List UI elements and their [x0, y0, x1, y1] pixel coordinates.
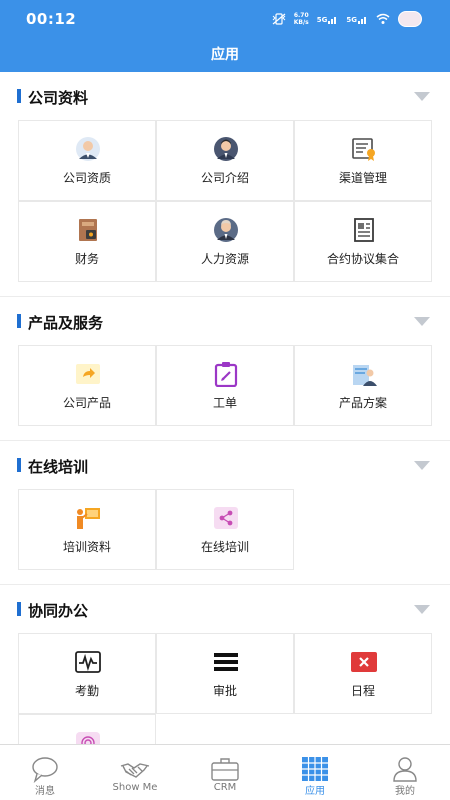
person-avatar-icon [73, 136, 103, 162]
handshake-icon [120, 763, 150, 778]
menu-lines-icon [211, 649, 241, 675]
wifi-icon [376, 13, 390, 24]
tile-label: 审批 [212, 684, 237, 698]
tab-crm[interactable]: CRM [180, 745, 270, 800]
tile-channel-management[interactable]: 渠道管理 [294, 120, 432, 201]
tile-fingerprint[interactable] [18, 714, 156, 744]
tile-label: 人力资源 [200, 252, 249, 266]
tab-label: 应用 [305, 786, 325, 797]
status-bar: 00:12 6.70 KB/s 5G 5G [0, 0, 450, 38]
tile-training-materials[interactable]: 培训资料 [18, 489, 156, 570]
chat-bubble-icon [32, 757, 58, 783]
tab-show-me[interactable]: Show Me [90, 745, 180, 800]
tab-label: 消息 [35, 786, 55, 797]
section-header[interactable]: 产品及服务 [0, 297, 450, 345]
header: 应用 [0, 38, 450, 72]
certificate-icon [349, 136, 379, 162]
tile-label: 工单 [212, 396, 237, 410]
section-header[interactable]: 公司资料 [0, 72, 450, 120]
section-title: 协同办公 [28, 602, 89, 620]
section-marker [17, 314, 21, 328]
tile-label: 公司资质 [62, 171, 111, 185]
apps-grid-icon [302, 757, 328, 781]
pulse-icon [73, 649, 103, 675]
close-calendar-icon [349, 649, 379, 675]
tile-label: 公司产品 [62, 396, 111, 410]
status-icons: 6.70 KB/s 5G 5G [272, 9, 422, 29]
tile-schedule[interactable]: 日程 [294, 633, 432, 714]
tile-finance[interactable]: 财务 [18, 201, 156, 282]
signal-icon [358, 17, 366, 24]
net-speed-unit: KB/s [293, 19, 309, 26]
tab-label: CRM [213, 782, 237, 793]
signal-1-label: 5G [316, 16, 328, 24]
user-icon [393, 757, 417, 782]
finance-icon [73, 217, 103, 243]
tile-approval[interactable]: 审批 [156, 633, 294, 714]
tile-label: 公司介绍 [200, 171, 249, 185]
signal-2-label: 5G [346, 16, 357, 24]
section-title: 产品及服务 [28, 314, 104, 332]
section-header[interactable]: 在线培训 [0, 441, 450, 489]
status-time: 00:12 [26, 10, 77, 28]
tile-label: 日程 [350, 684, 375, 698]
chevron-down-icon[interactable] [414, 92, 430, 101]
tile-work-order[interactable]: 工单 [156, 345, 294, 426]
share-folder-icon [73, 361, 103, 387]
hr-person-icon [211, 217, 241, 243]
fingerprint-icon [73, 730, 103, 744]
tile-label: 产品方案 [338, 396, 387, 410]
vibrate-icon [272, 13, 286, 25]
chevron-down-icon[interactable] [414, 317, 430, 326]
section-title: 公司资料 [28, 89, 89, 107]
presenter-icon [349, 361, 379, 387]
tile-product-solution[interactable]: 产品方案 [294, 345, 432, 426]
tile-label: 合约协议集合 [326, 252, 399, 266]
section-header[interactable]: 协同办公 [0, 585, 450, 633]
avatar [398, 11, 422, 27]
section-marker [17, 602, 21, 616]
tab-label: Show Me [112, 782, 158, 793]
section-marker [17, 458, 21, 472]
businessman-icon [211, 136, 241, 162]
tab-label: 我的 [395, 786, 415, 797]
chevron-down-icon[interactable] [414, 461, 430, 470]
tile-online-training[interactable]: 在线培训 [156, 489, 294, 570]
app-content[interactable]: 公司资料 公司资质 公司介绍 渠道管理 财务 人力资源 合约协议集合 产品及服务… [0, 72, 450, 744]
tile-label: 渠道管理 [338, 171, 387, 185]
bottom-tab-bar: 消息 Show Me CRM 应用 我的 [0, 744, 450, 800]
tile-company-intro[interactable]: 公司介绍 [156, 120, 294, 201]
clipboard-edit-icon [211, 361, 241, 387]
tile-company-products[interactable]: 公司产品 [18, 345, 156, 426]
tile-label: 在线培训 [200, 540, 249, 554]
net-speed-value: 6.70 [293, 12, 309, 19]
chevron-down-icon[interactable] [414, 605, 430, 614]
contract-icon [349, 217, 379, 243]
tile-label: 培训资料 [62, 540, 111, 554]
briefcase-icon [211, 758, 239, 781]
net-speed: 6.70 KB/s [294, 12, 309, 26]
tile-label: 财务 [74, 252, 99, 266]
tile-hr[interactable]: 人力资源 [156, 201, 294, 282]
share-nodes-icon [211, 505, 241, 531]
section-title: 在线培训 [28, 458, 89, 476]
teacher-board-icon [73, 505, 103, 531]
tab-apps[interactable]: 应用 [270, 745, 360, 800]
signal-2: 5G [346, 14, 368, 24]
page-title: 应用 [211, 47, 239, 63]
tile-contracts[interactable]: 合约协议集合 [294, 201, 432, 282]
tile-label: 考勤 [74, 684, 99, 698]
tile-attendance[interactable]: 考勤 [18, 633, 156, 714]
tab-me[interactable]: 我的 [360, 745, 450, 800]
section-marker [17, 89, 21, 103]
signal-icon [328, 17, 337, 24]
tile-company-qualification[interactable]: 公司资质 [18, 120, 156, 201]
signal-1: 5G [317, 14, 339, 24]
tab-messages[interactable]: 消息 [0, 745, 90, 800]
